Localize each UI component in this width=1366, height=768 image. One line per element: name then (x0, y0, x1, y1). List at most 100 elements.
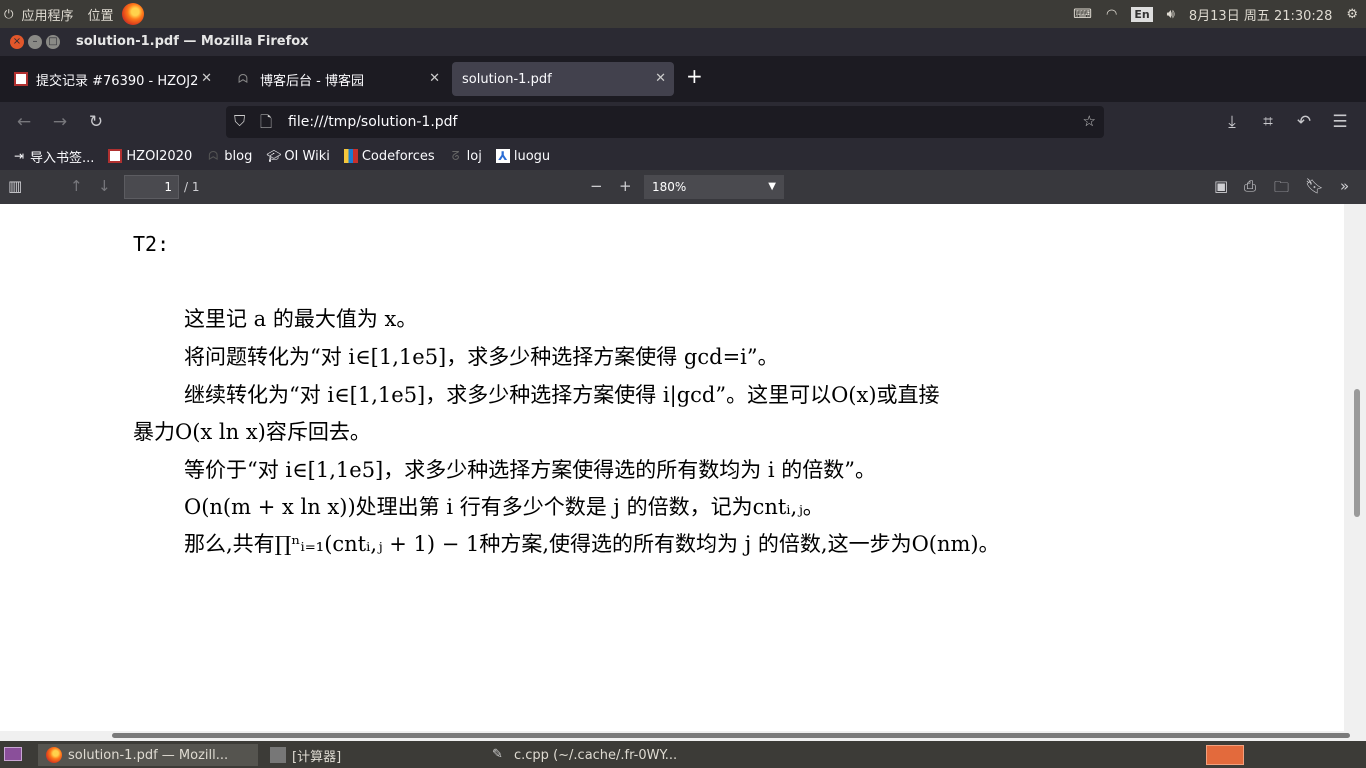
new-tab-button[interactable]: + (686, 64, 703, 88)
window-title: solution-1.pdf — Mozilla Firefox (76, 34, 309, 49)
tab-solution-pdf[interactable]: solution-1.pdf ✕ (452, 62, 674, 96)
bookmark-star-icon[interactable]: ☆ (1083, 112, 1096, 130)
import-icon: ⇥ (13, 149, 25, 163)
applications-menu[interactable]: 应用程序 (22, 5, 74, 24)
wifi-icon[interactable]: ◠ (1106, 7, 1117, 22)
bookmark-label: HZOI2020 (126, 148, 193, 164)
oiwiki-icon: 🎓︎ (266, 149, 282, 163)
undo-close-icon[interactable]: ↶ (1292, 110, 1316, 134)
clock[interactable]: 8月13日 周五 21:30:28 (1189, 5, 1332, 24)
paragraph-line: 继续转化为“对 i∈[1,1e5]，求多少种选择方案使得 i|gcd”。这里可以… (184, 383, 940, 407)
minimize-window-button[interactable]: – (28, 35, 42, 49)
show-desktop-icon[interactable] (4, 747, 22, 761)
taskbar-item-firefox[interactable]: solution-1.pdf — Mozill... (38, 744, 258, 766)
firefox-launcher-icon[interactable] (121, 3, 144, 25)
workspace-switcher-icon[interactable] (1206, 745, 1244, 765)
page-info-icon[interactable]: 🗋 (260, 112, 272, 137)
presentation-mode-icon[interactable]: ▣ (1214, 177, 1228, 195)
bookmark-oiwiki[interactable]: 🎓︎ OI Wiki (266, 149, 330, 164)
save-icon[interactable]: 🗀 (1274, 177, 1289, 202)
horizontal-scrollbar[interactable] (0, 731, 1350, 741)
power-menu-icon[interactable]: ⏻ (4, 7, 14, 22)
url-bar[interactable]: ⛉ 🗋 file:///tmp/solution-1.pdf ☆ (226, 106, 1104, 138)
paragraph-line: 将问题转化为“对 i∈[1,1e5]，求多少种选择方案使得 gcd=i”。 (184, 345, 779, 369)
firefox-icon (46, 747, 62, 763)
bookmark-loj[interactable]: ᘔ loj (449, 149, 482, 164)
pdf-viewport[interactable]: T2: 这里记 a 的最大值为 x。 将问题转化为“对 i∈[1,1e5]，求多… (0, 204, 1366, 741)
taskbar-item-editor[interactable]: ✎ c.cpp (~/.cache/.fr-0WY... (484, 744, 704, 766)
shield-icon[interactable]: ⛉ (234, 112, 245, 130)
tab-label: solution-1.pdf (462, 71, 552, 87)
places-menu[interactable]: 位置 (88, 5, 114, 24)
page-number-input[interactable]: 1 (124, 175, 179, 199)
bookmark-label: luogu (513, 148, 551, 164)
close-tab-icon[interactable]: ✕ (429, 71, 440, 86)
page-total: / 1 (184, 180, 200, 194)
input-method-indicator[interactable]: En (1131, 6, 1153, 22)
tab-label: 提交记录 #76390 - HZOJ2 (36, 73, 199, 89)
app-menu-icon[interactable]: ☰ (1328, 110, 1352, 134)
next-page-icon[interactable]: ↓ (98, 177, 111, 195)
scrollbar-thumb[interactable] (1354, 389, 1360, 517)
section-heading: T2: (133, 232, 170, 256)
close-window-button[interactable]: × (10, 35, 24, 49)
downloads-icon[interactable]: ⤓ (1220, 110, 1244, 134)
tab-label: 博客后台 - 博客园 (260, 73, 364, 89)
top-panel: ⏻ 应用程序 位置 ⌨ ◠ En 🔊︎ 8月13日 周五 21:30:28 ⚙ (0, 0, 1366, 28)
paragraph-line: 那么,共有∏ⁿᵢ₌₁(cntᵢ,ⱼ + 1) − 1种方案,使得选的所有数均为 … (184, 532, 1000, 556)
forward-button[interactable]: → (48, 110, 72, 134)
pdf-page: T2: 这里记 a 的最大值为 x。 将问题转化为“对 i∈[1,1e5]，求多… (0, 204, 1344, 731)
vertical-scrollbar[interactable] (1344, 204, 1366, 741)
zoom-out-icon[interactable]: − (590, 177, 603, 195)
taskbar-label: solution-1.pdf — Mozill... (68, 747, 229, 763)
tab-cnblogs[interactable]: ᗣ 博客后台 - 博客园 ✕ (228, 62, 448, 96)
zoom-select[interactable]: 180% ▼ (644, 175, 784, 199)
keyboard-icon[interactable]: ⌨ (1073, 7, 1092, 22)
taskbar-item-calculator[interactable]: [计算器] (262, 744, 472, 766)
zoom-in-icon[interactable]: + (619, 177, 632, 195)
bookmark-label: 导入书签... (30, 150, 95, 166)
bookmark-view-icon[interactable]: 🔖︎ (1305, 177, 1324, 195)
volume-icon[interactable]: 🔊︎ (1167, 7, 1175, 22)
bookmark-hzoi2020[interactable]: HZOI2020 (108, 149, 192, 164)
bookmark-label: loj (466, 148, 482, 164)
previous-page-icon[interactable]: ↑ (70, 177, 83, 195)
bookmark-blog[interactable]: ᗣ blog (206, 149, 252, 164)
close-tab-icon[interactable]: ✕ (201, 71, 212, 86)
paragraph-line: 这里记 a 的最大值为 x。 (184, 307, 418, 331)
bookmark-label: blog (224, 148, 253, 164)
tab-strip: 提交记录 #76390 - HZOJ2 ✕ ᗣ 博客后台 - 博客园 ✕ sol… (0, 56, 1366, 102)
zoom-value: 180% (652, 180, 687, 194)
tab-hzoj[interactable]: 提交记录 #76390 - HZOJ2 ✕ (4, 62, 220, 96)
window-titlebar: × – □ solution-1.pdf — Mozilla Firefox (0, 28, 1366, 56)
luogu-icon: ⅄ (495, 149, 510, 163)
bookmark-codeforces[interactable]: Codeforces (343, 148, 435, 164)
bookmark-import[interactable]: ⇥ 导入书签... (12, 147, 94, 166)
bookmarks-toolbar: ⇥ 导入书签... HZOI2020 ᗣ blog 🎓︎ OI Wiki Cod… (0, 142, 1366, 170)
url-text[interactable]: file:///tmp/solution-1.pdf (288, 114, 457, 130)
hzoi-icon (108, 149, 123, 163)
taskbar: solution-1.pdf — Mozill... [计算器] ✎ c.cpp… (0, 741, 1366, 768)
screenshot-icon[interactable]: ⌗ (1256, 110, 1280, 134)
scrollbar-thumb[interactable] (112, 733, 1350, 738)
codeforces-icon (343, 149, 358, 163)
paragraph-line: 暴力O(x ln x)容斥回去。 (133, 420, 371, 444)
paragraph-line: 等价于“对 i∈[1,1e5]，求多少种选择方案使得选的所有数均为 i 的倍数”… (184, 458, 877, 482)
back-button[interactable]: ← (12, 110, 36, 134)
print-icon[interactable]: ⎙ (1244, 177, 1256, 195)
chevron-down-icon: ▼ (768, 181, 776, 192)
blog-icon: ᗣ (208, 149, 219, 163)
sidebar-toggle-icon[interactable]: ▥ (8, 177, 22, 195)
bookmark-luogu[interactable]: ⅄ luogu (495, 148, 551, 164)
text-editor-icon: ✎ (492, 747, 503, 762)
tools-menu-icon[interactable]: » (1340, 177, 1349, 195)
reload-button[interactable]: ↻ (84, 110, 108, 134)
cnblogs-icon: ᗣ (238, 72, 248, 86)
paragraph-line: O(n(m + x ln x))处理出第 i 行有多少个数是 j 的倍数，记为c… (184, 495, 824, 519)
calculator-icon (270, 747, 286, 763)
maximize-window-button[interactable]: □ (46, 35, 60, 49)
system-settings-icon[interactable]: ⚙ (1346, 7, 1358, 22)
bookmark-label: Codeforces (361, 148, 435, 164)
pdf-toolbar: ▥ ↑ ↓ 1 / 1 − + 180% ▼ ▣ ⎙ 🗀 🔖︎ » (0, 170, 1366, 204)
close-tab-icon[interactable]: ✕ (655, 71, 666, 86)
